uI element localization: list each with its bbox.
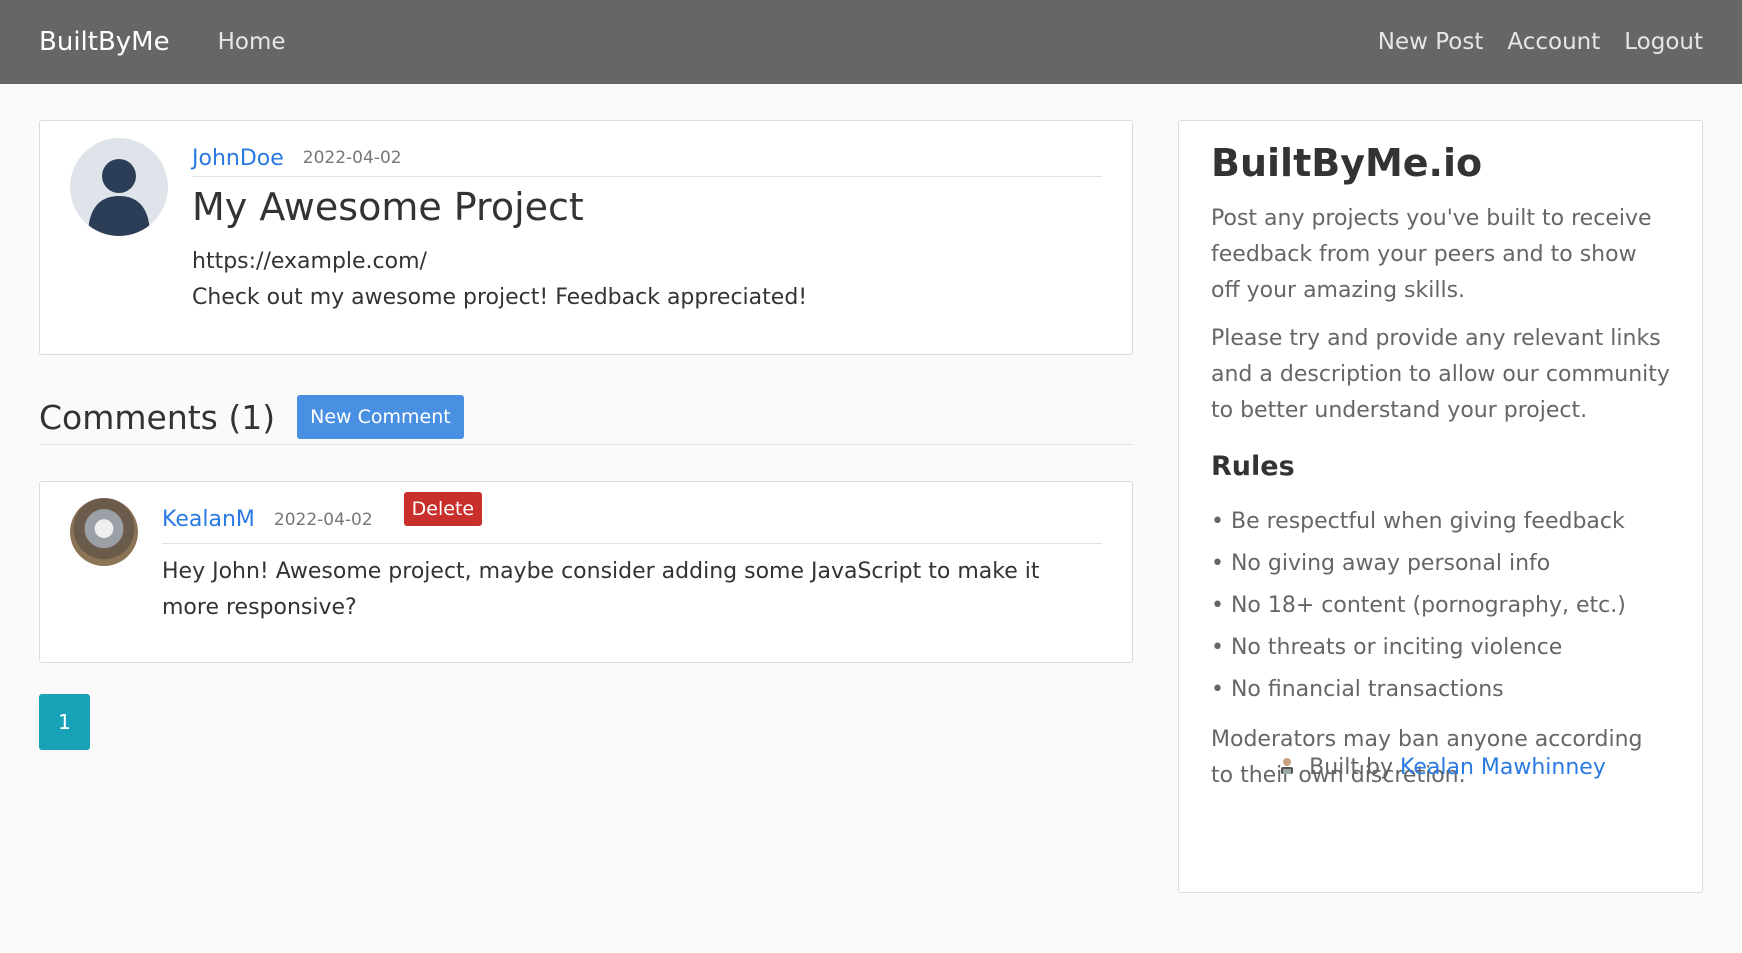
sidebar-instructions: Please try and provide any relevant link… [1211, 326, 1670, 423]
nav-right: New Post Account Logout [1378, 29, 1703, 55]
comment-author-link[interactable]: KealanM [162, 507, 255, 532]
rules-list: • Be respectful when giving feedback • N… [1211, 501, 1626, 711]
user-silhouette-icon [88, 159, 150, 236]
rule-item: • Be respectful when giving feedback [1211, 509, 1625, 534]
technologist-icon [1281, 758, 1294, 774]
post-body: Check out my awesome project! Feedback a… [192, 285, 808, 310]
post-author-link[interactable]: JohnDoe [192, 146, 284, 171]
rule-item: • No financial transactions [1211, 677, 1504, 702]
nav-logout[interactable]: Logout [1624, 29, 1703, 55]
author-site-link[interactable]: Kealan Mawhinney [1400, 755, 1606, 780]
nav-account[interactable]: Account [1507, 29, 1600, 55]
new-comment-button[interactable]: New Comment [297, 395, 464, 439]
rule-item: • No 18+ content (pornography, etc.) [1211, 593, 1626, 618]
author-avatar [70, 138, 168, 236]
post-title: My Awesome Project [192, 185, 584, 229]
rule-item: • No threats or inciting violence [1211, 635, 1563, 660]
rule-item: • No giving away personal info [1211, 551, 1551, 576]
comment-text: Hey John! Awesome project, maybe conside… [162, 559, 1040, 620]
comment-meta: KealanM 2022-04-02 Delete [162, 491, 1102, 544]
comments-header: Comments (1) New Comment [39, 390, 1133, 445]
nav-new-post[interactable]: New Post [1378, 29, 1484, 55]
comments-title: Comments (1) [39, 397, 276, 437]
post-date: 2022-04-02 [302, 148, 402, 168]
comment-card: KealanM 2022-04-02 Delete Hey John! Awes… [39, 481, 1133, 663]
built-by: Built by Kealan Mawhinney [1179, 755, 1704, 780]
post-url: https://example.com/ [192, 249, 427, 274]
post-card: JohnDoe 2022-04-02 My Awesome Project ht… [39, 120, 1133, 355]
rules-title: Rules [1211, 451, 1295, 482]
pagination-page-1[interactable]: 1 [39, 694, 90, 750]
commenter-avatar [70, 498, 138, 566]
nav-home[interactable]: Home [218, 29, 286, 55]
sidebar-intro: Post any projects you've built to receiv… [1211, 206, 1652, 303]
delete-comment-button[interactable]: Delete [403, 491, 483, 526]
sidebar-title: BuiltByMe.io [1211, 141, 1483, 185]
brand-link[interactable]: BuiltByMe [39, 27, 170, 57]
sidebar-card: BuiltByMe.io Post any projects you've bu… [1178, 120, 1703, 893]
comment-date: 2022-04-02 [273, 509, 373, 530]
navbar: BuiltByMe Home New Post Account Logout [0, 0, 1742, 84]
built-by-prefix: Built by [1309, 755, 1394, 780]
post-meta: JohnDoe 2022-04-02 [192, 140, 1102, 177]
